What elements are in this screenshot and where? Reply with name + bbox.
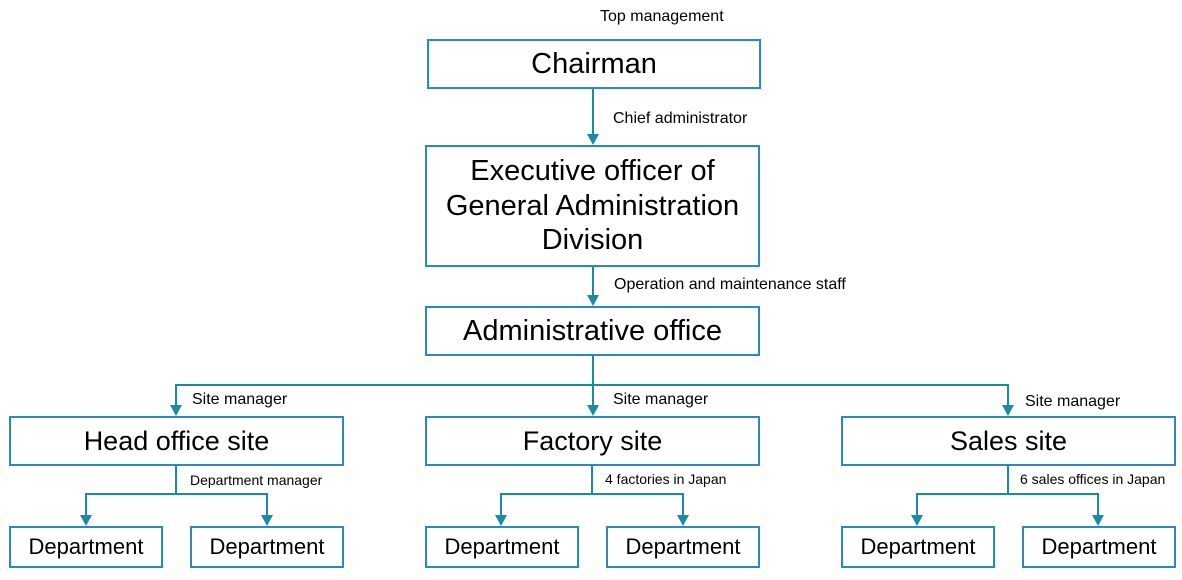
- arrowhead: [495, 515, 507, 526]
- department-node: Department: [1022, 526, 1176, 568]
- site-manager-label: Site manager: [1025, 393, 1121, 410]
- department-node: Department: [606, 526, 760, 568]
- arrowhead: [911, 515, 923, 526]
- department-manager-label: Department manager: [190, 472, 323, 488]
- arrowhead: [587, 295, 599, 306]
- chairman-node: Chairman: [427, 39, 761, 89]
- factories-label: 4 factories in Japan: [605, 471, 727, 487]
- arrowhead: [587, 134, 599, 145]
- department-node: Department: [9, 526, 163, 568]
- top-management-label: Top management: [600, 8, 724, 25]
- operation-staff-label: Operation and maintenance staff: [614, 276, 846, 293]
- administrative-office-node: Administrative office: [425, 306, 760, 356]
- sales-site-node: Sales site: [841, 416, 1176, 466]
- site-manager-label: Site manager: [613, 391, 709, 408]
- factory-site-node: Factory site: [425, 416, 760, 466]
- head-office-site-node: Head office site: [9, 416, 344, 466]
- arrowhead: [1002, 405, 1014, 416]
- arrowhead: [170, 405, 182, 416]
- executive-officer-node: Executive officer of General Administrat…: [425, 145, 760, 267]
- arrowhead: [677, 515, 689, 526]
- chief-administrator-label: Chief administrator: [613, 110, 748, 127]
- department-node: Department: [841, 526, 995, 568]
- arrowhead: [587, 405, 599, 416]
- site-manager-label: Site manager: [192, 391, 288, 408]
- arrowhead: [80, 515, 92, 526]
- arrowhead: [1092, 515, 1104, 526]
- department-node: Department: [425, 526, 579, 568]
- department-node: Department: [190, 526, 344, 568]
- sales-offices-label: 6 sales offices in Japan: [1020, 471, 1166, 487]
- arrowhead: [261, 515, 273, 526]
